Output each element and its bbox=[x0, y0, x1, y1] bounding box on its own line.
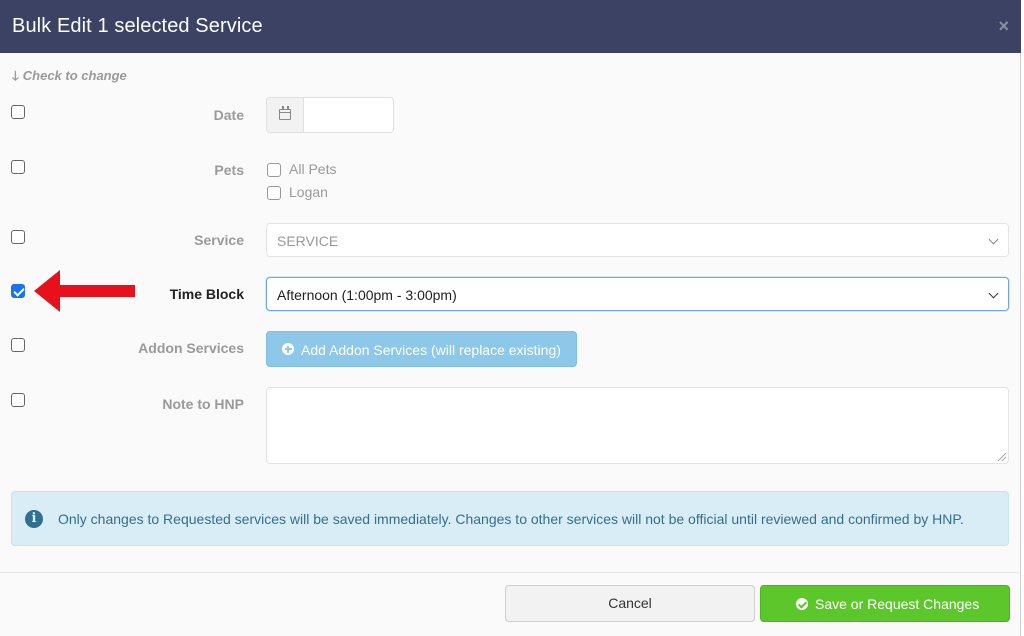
add-addon-services-button[interactable]: Add Addon Services (will replace existin… bbox=[266, 331, 577, 367]
info-alert: i Only changes to Requested services wil… bbox=[11, 491, 1009, 546]
alert-message: Only changes to Requested services will … bbox=[58, 511, 964, 527]
cancel-button[interactable]: Cancel bbox=[505, 585, 755, 622]
hint-text: Check to change bbox=[22, 68, 127, 83]
service-select[interactable]: SERVICE bbox=[266, 223, 1009, 257]
date-label: Date bbox=[213, 107, 244, 123]
save-or-request-changes-button[interactable]: Save or Request Changes bbox=[760, 585, 1010, 622]
note-label: Note to HNP bbox=[162, 396, 244, 412]
addon-services-change-checkbox[interactable] bbox=[11, 338, 25, 352]
resize-grip-icon[interactable] bbox=[998, 453, 1006, 461]
save-button-label: Save or Request Changes bbox=[815, 596, 980, 612]
arrow-down-icon: 🡓 bbox=[12, 68, 19, 83]
service-select-value: SERVICE bbox=[277, 233, 339, 249]
modal-header: Bulk Edit 1 selected Service × bbox=[0, 0, 1021, 53]
time-block-select-value: Afternoon (1:00pm - 3:00pm) bbox=[277, 287, 457, 303]
chevron-down-icon bbox=[988, 288, 999, 299]
note-textarea[interactable] bbox=[266, 387, 1009, 464]
check-to-change-hint: 🡓 Check to change bbox=[12, 67, 127, 89]
pet-checkbox-logan[interactable] bbox=[267, 186, 281, 200]
info-icon: i bbox=[25, 510, 43, 528]
pets-change-checkbox[interactable] bbox=[11, 160, 25, 174]
pet-checkbox-all-pets[interactable] bbox=[267, 163, 281, 177]
note-change-checkbox[interactable] bbox=[11, 393, 25, 407]
bulk-edit-modal: Bulk Edit 1 selected Service × 🡓 Check to… bbox=[0, 0, 1021, 636]
chevron-down-icon bbox=[988, 234, 999, 245]
footer-divider bbox=[0, 572, 1021, 573]
plus-circle-icon bbox=[282, 343, 294, 355]
time-block-select[interactable]: Afternoon (1:00pm - 3:00pm) bbox=[266, 277, 1009, 311]
time-block-change-checkbox[interactable] bbox=[11, 284, 25, 298]
date-addon bbox=[267, 98, 304, 132]
date-change-checkbox[interactable] bbox=[11, 105, 25, 119]
add-addon-services-label: Add Addon Services (will replace existin… bbox=[301, 342, 561, 358]
check-circle-icon bbox=[796, 598, 808, 610]
pets-label: Pets bbox=[214, 162, 244, 178]
date-input-group[interactable] bbox=[266, 97, 394, 133]
service-label: Service bbox=[194, 232, 244, 248]
pet-option-label: Logan bbox=[289, 184, 328, 200]
addon-services-label: Addon Services bbox=[138, 340, 244, 356]
modal-title: Bulk Edit 1 selected Service bbox=[12, 15, 263, 37]
service-change-checkbox[interactable] bbox=[11, 230, 25, 244]
calendar-icon bbox=[279, 106, 291, 120]
annotation-arrow-icon bbox=[34, 270, 135, 312]
pet-option-label: All Pets bbox=[289, 161, 337, 177]
close-icon[interactable]: × bbox=[998, 16, 1009, 37]
